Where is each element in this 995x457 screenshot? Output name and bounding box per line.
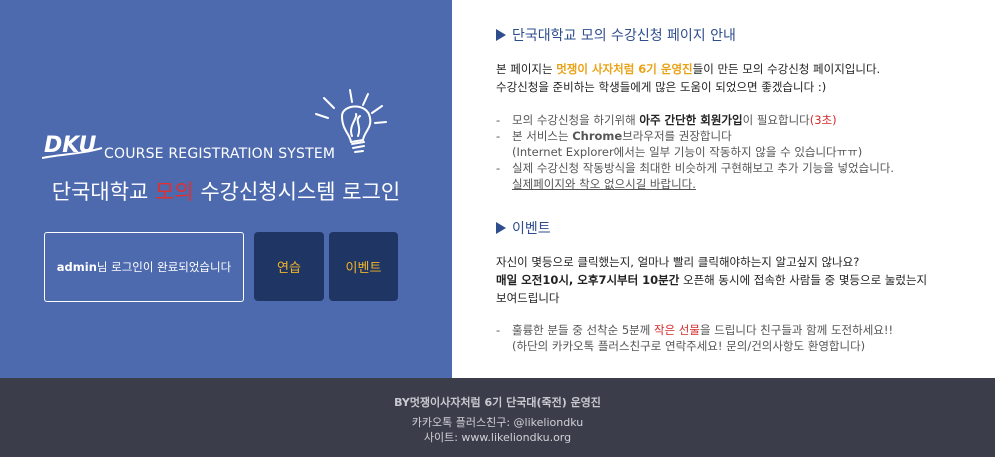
guide-title: 단국대학교 모의 수강신청 페이지 안내	[496, 25, 736, 45]
list-item-continuation: 실제페이지와 착오 없으시길 바랍니다.	[512, 177, 696, 191]
dku-logo: DKU	[42, 133, 103, 159]
guide-paragraph: 본 페이지는 멋쟁이 사자처럼 6기 운영진들이 만든 모의 수강신청 페이지입…	[496, 60, 880, 96]
list-item-continuation: (Internet Explorer에서는 일부 기능이 작동하지 않을 수 있…	[512, 145, 863, 159]
login-status-box: admin 님 로그인이 완료되었습니다	[44, 232, 244, 302]
login-title-part1: 단국대학교	[51, 180, 156, 204]
login-title-part2: 수강신청시스템 로그인	[193, 180, 401, 204]
login-title-highlight: 모의	[155, 180, 194, 204]
event-title-text: 이벤트	[512, 221, 551, 237]
event-button-label: 이벤트	[345, 261, 382, 276]
guide-line-2: 수강신청을 준비하는 학생들에게 많은 도움이 되었으면 좋겠습니다 :)	[496, 80, 827, 94]
status-message: 님 로그인이 완료되었습니다	[96, 260, 232, 274]
event-button[interactable]: 이벤트	[329, 232, 398, 301]
system-title: COURSE REGISTRATION SYSTEM	[104, 146, 336, 162]
list-item: - 모의 수강신청을 하기위해 아주 간단한 회원가입이 필요합니다(3초)	[496, 113, 837, 127]
list-item: - 훌륭한 분들 중 선착순 5분께 작은 선물을 드립니다 친구들과 함께 도전…	[496, 323, 894, 337]
practice-button-label: 연습	[277, 261, 301, 276]
event-list: - 훌륭한 분들 중 선착순 5분께 작은 선물을 드립니다 친구들과 함께 도전…	[496, 322, 893, 354]
list-item-continuation: (하단의 카카오톡 플러스친구로 연락주세요! 문의/건의사항도 환영합니다)	[512, 339, 866, 353]
event-paragraph: 자신이 몇등으로 클릭했는지, 얼마나 빨리 클릭해야하는지 알고싶지 않나요?…	[496, 253, 927, 307]
login-title: 단국대학교 모의 수강신청시스템 로그인	[0, 176, 452, 206]
event-line-3: 보여드립니다	[496, 291, 560, 305]
event-line-1: 자신이 몇등으로 클릭했는지, 얼마나 빨리 클릭해야하는지 알고싶지 않나요?	[496, 255, 860, 269]
footer-credit: BY멋쟁이사자처럼 6기 단국대(죽전) 운영진	[394, 396, 601, 409]
footer: BY멋쟁이사자처럼 6기 단국대(죽전) 운영진 카카오톡 플러스친구: @li…	[0, 378, 995, 457]
event-line-2: 매일 오전10시, 오후7시부터 10분간 오픈해 동시에 접속한 사람들 중 …	[496, 273, 928, 287]
footer-site: 사이트: www.likeliondku.org	[423, 431, 572, 444]
list-item: -본 서비스는 Chrome브라우저를 권장합니다	[496, 129, 732, 143]
team-name-highlight: 멋쟁이 사자처럼 6기 운영진	[556, 62, 693, 76]
top-section: DKU COURSE REGISTRATION SYSTEM 단국대학교 모의 …	[0, 0, 995, 378]
status-username: admin	[56, 260, 97, 274]
list-item: - 실제 수강신청 작동방식을 최대한 비슷하게 구현해보고 추가 기능을 넣었습…	[496, 161, 895, 175]
footer-kakao: 카카오톡 플러스친구: @likeliondku	[411, 416, 584, 429]
event-title: 이벤트	[496, 218, 551, 238]
triangle-right-icon	[496, 222, 506, 234]
login-panel: DKU COURSE REGISTRATION SYSTEM 단국대학교 모의 …	[0, 0, 452, 378]
triangle-right-icon	[496, 29, 506, 41]
practice-button[interactable]: 연습	[254, 232, 324, 301]
guide-title-text: 단국대학교 모의 수강신청 페이지 안내	[512, 28, 736, 44]
guide-line-1: 본 페이지는 멋쟁이 사자처럼 6기 운영진들이 만든 모의 수강신청 페이지입…	[496, 62, 881, 76]
guide-list: - 모의 수강신청을 하기위해 아주 간단한 회원가입이 필요합니다(3초) -본…	[496, 112, 894, 192]
